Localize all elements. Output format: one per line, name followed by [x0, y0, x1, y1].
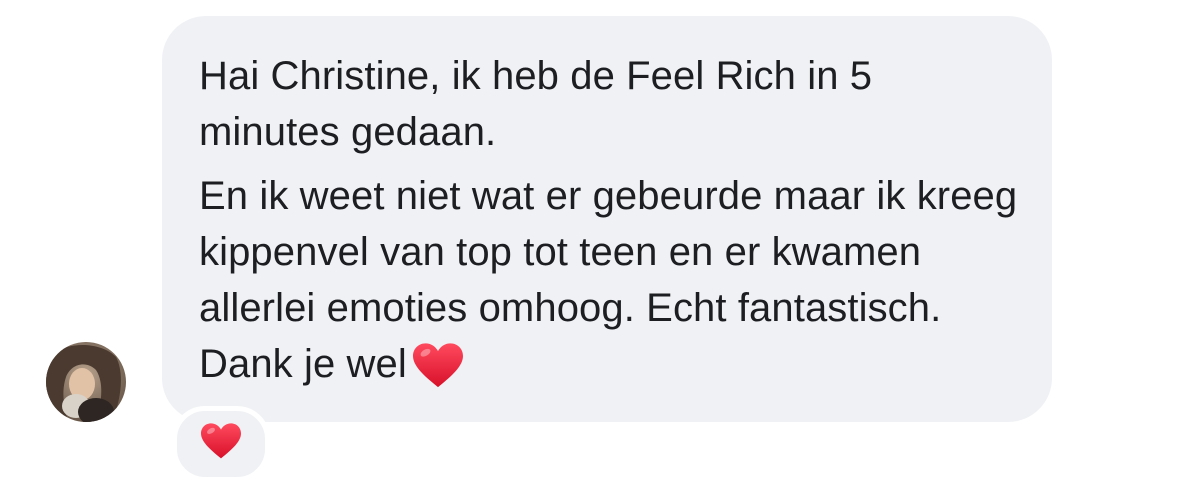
- message-bubble[interactable]: Hai Christine, ik heb de Feel Rich in 5 …: [162, 16, 1052, 422]
- avatar-photo: [46, 342, 126, 422]
- reaction-badge[interactable]: [172, 406, 270, 482]
- heart-icon: [412, 343, 463, 404]
- message-text-paragraph-2: En ik weet niet wat er gebeurde maar ik …: [199, 168, 1022, 404]
- heart-icon: [201, 423, 241, 465]
- message-text-paragraph-1: Hai Christine, ik heb de Feel Rich in 5 …: [199, 54, 873, 154]
- avatar[interactable]: [46, 342, 126, 422]
- message-text-paragraph-2-text: En ik weet niet wat er gebeurde maar ik …: [199, 174, 1018, 386]
